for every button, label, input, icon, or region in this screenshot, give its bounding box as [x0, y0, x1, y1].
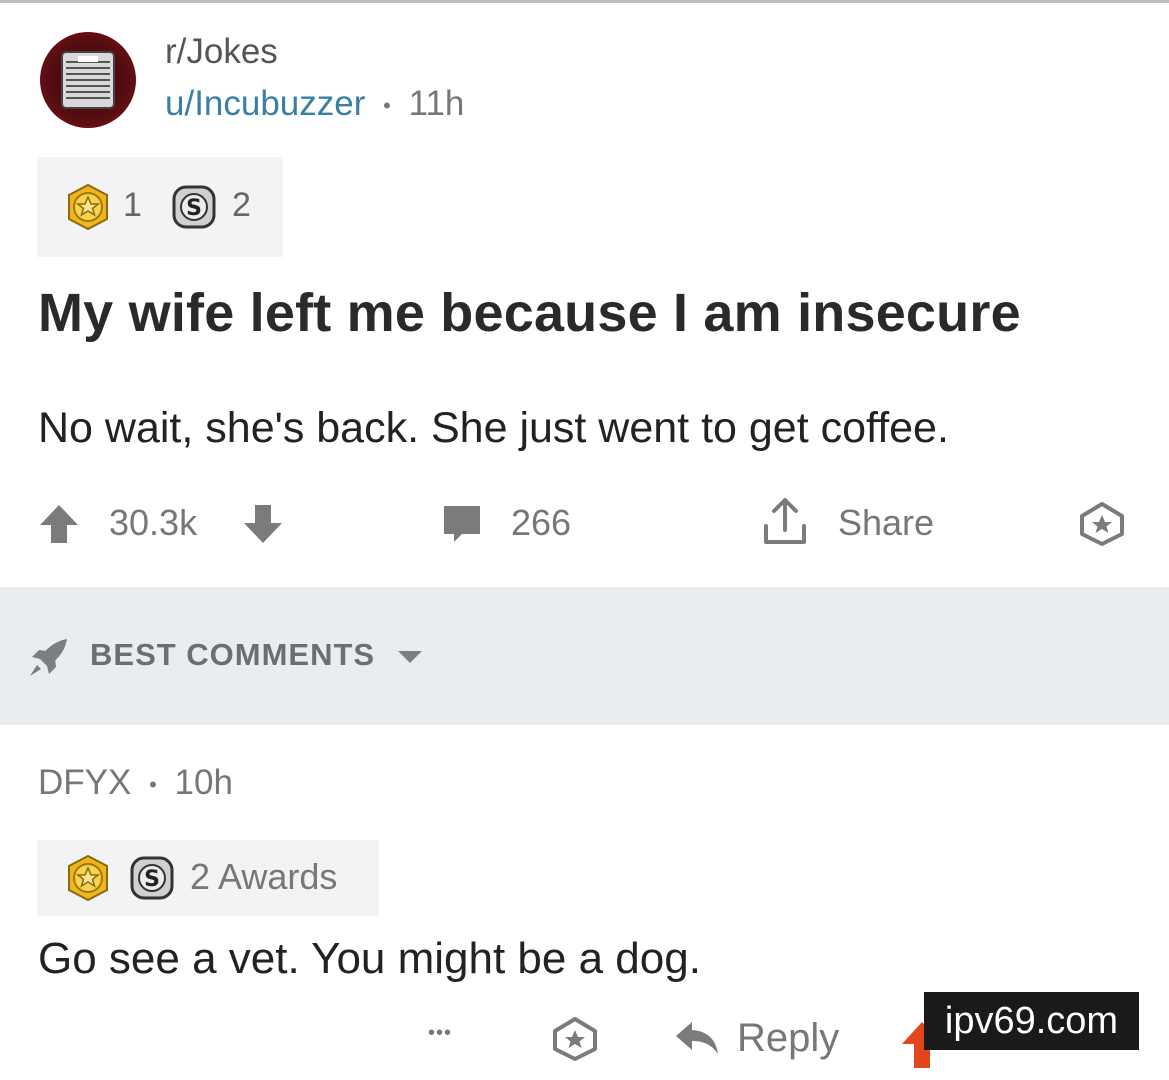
reply-label[interactable]: Reply — [737, 1016, 839, 1061]
upvote-arrow-icon[interactable] — [38, 503, 80, 550]
more-options-button[interactable]: ••• — [428, 1022, 452, 1045]
post-actions: 30.3k 266 Share — [0, 490, 1169, 560]
watermark: ipv69.com — [924, 992, 1139, 1050]
downvote-arrow-icon[interactable] — [242, 503, 284, 550]
gold-award-icon — [65, 183, 111, 236]
sort-label[interactable]: BEST COMMENTS — [90, 637, 375, 673]
comment-count[interactable]: 266 — [511, 502, 571, 544]
svg-text:S: S — [144, 867, 160, 892]
post-awards[interactable]: 1 S 2 — [37, 157, 283, 257]
comment-body: Go see a vet. You might be a dog. — [38, 934, 701, 983]
save-star-icon[interactable] — [551, 1016, 599, 1067]
vote-count: 30.3k — [109, 502, 198, 543]
reply-arrow-icon[interactable] — [674, 1018, 720, 1063]
comment-author[interactable]: DFYX — [38, 763, 131, 802]
chevron-down-icon[interactable] — [396, 649, 424, 670]
gold-award-count: 1 — [123, 186, 142, 224]
post-body: No wait, she's back. She just went to ge… — [38, 404, 949, 452]
top-divider — [0, 0, 1169, 3]
comment-bubble-icon[interactable] — [440, 502, 484, 551]
post-title[interactable]: My wife left me because I am insecure — [38, 282, 1021, 344]
gold-award-icon — [65, 854, 111, 907]
silver-award-icon: S — [171, 184, 217, 235]
svg-text:S: S — [186, 196, 202, 221]
post-time: 11h — [408, 84, 465, 123]
save-star-icon[interactable] — [1078, 501, 1126, 552]
meta-separator: • — [149, 771, 157, 797]
silver-award-count: 2 — [232, 186, 251, 224]
subreddit-avatar[interactable] — [40, 32, 136, 128]
meta-separator: • — [383, 92, 391, 118]
comment-time: 10h — [174, 763, 233, 802]
comment-awards-label: 2 Awards — [190, 856, 338, 897]
subreddit-name[interactable]: r/Jokes — [165, 32, 278, 72]
share-icon[interactable] — [760, 496, 810, 553]
silver-award-icon: S — [129, 855, 175, 906]
comment-meta: DFYX • 10h — [38, 763, 233, 803]
comment-awards[interactable]: S 2 Awards — [37, 840, 379, 916]
rocket-icon — [27, 635, 71, 684]
post-meta: u/Incubuzzer • 11h — [165, 84, 464, 124]
comment-sort-bar[interactable]: BEST COMMENTS — [0, 587, 1169, 725]
post-author[interactable]: u/Incubuzzer — [165, 84, 365, 123]
share-label[interactable]: Share — [838, 502, 934, 544]
